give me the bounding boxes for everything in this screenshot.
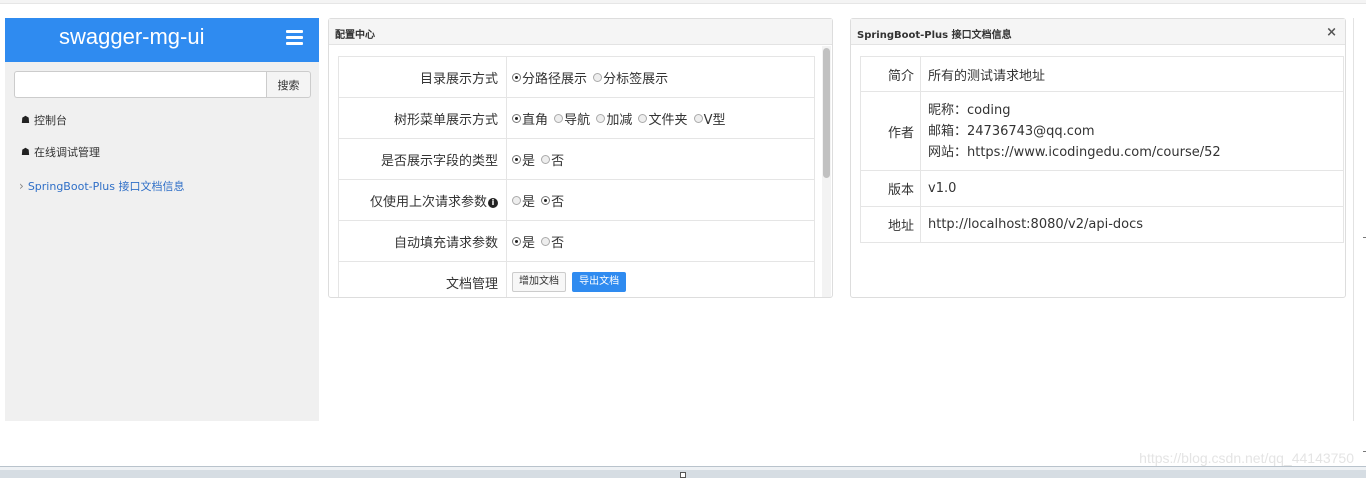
doc-label: 简介: [860, 56, 921, 92]
config-table: 目录展示方式 分路径展示 分标签展示 树形菜单展示方式 直角 导航 加减 文件夹…: [338, 56, 815, 297]
doc-value: v1.0: [920, 170, 1344, 207]
search-input[interactable]: [14, 71, 266, 98]
doc-row-intro: 简介 所有的测试请求地址: [860, 56, 1344, 92]
config-options: 直角 导航 加减 文件夹 V型: [506, 97, 815, 139]
radio-option[interactable]: 是: [512, 191, 535, 210]
home-icon: ☗: [21, 114, 30, 126]
config-label: 自动填充请求参数: [338, 220, 507, 262]
config-panel-header: 配置中心: [329, 19, 832, 45]
radio-option[interactable]: 直角: [512, 109, 548, 128]
config-row-doc-manage: 文档管理 增加文档 导出文档: [338, 261, 815, 297]
radio-option[interactable]: 否: [541, 232, 564, 251]
config-row-dir-mode: 目录展示方式 分路径展示 分标签展示: [338, 56, 815, 98]
config-label: 是否展示字段的类型: [338, 138, 507, 180]
config-options: 是 否: [506, 179, 815, 221]
author-email: 邮箱：24736743@qq.com: [928, 123, 1095, 139]
config-options: 增加文档 导出文档: [506, 261, 815, 297]
config-row-last-params: 仅使用上次请求参数 i 是 否: [338, 179, 815, 221]
window-top-strip: [0, 0, 1366, 4]
config-options: 是 否: [506, 220, 815, 262]
sidebar-item-api-doc[interactable]: › SpringBoot-Plus 接口文档信息: [19, 178, 185, 194]
config-panel-body: 目录展示方式 分路径展示 分标签展示 树形菜单展示方式 直角 导航 加减 文件夹…: [329, 46, 832, 297]
resize-handle[interactable]: [680, 472, 686, 478]
config-row-autofill: 自动填充请求参数 是 否: [338, 220, 815, 262]
doc-value: http://localhost:8080/v2/api-docs: [920, 206, 1344, 243]
radio-option[interactable]: 是: [512, 232, 535, 251]
doc-label: 版本: [860, 170, 921, 207]
doc-value: 昵称：coding 邮箱：24736743@qq.com 网站：https://…: [920, 91, 1344, 171]
sidebar: swagger-mg-ui 搜索 ☗ 控制台 ☗ 在线调试管理 › Spring…: [5, 18, 319, 421]
radio-option[interactable]: 分标签展示: [593, 68, 668, 87]
hamburger-menu-icon[interactable]: [286, 30, 303, 45]
brand-header: swagger-mg-ui: [5, 18, 319, 62]
app-frame: swagger-mg-ui 搜索 ☗ 控制台 ☗ 在线调试管理 › Spring…: [5, 18, 1354, 421]
doc-row-address: 地址 http://localhost:8080/v2/api-docs: [860, 206, 1344, 243]
doc-label: 作者: [860, 91, 921, 171]
radio-option[interactable]: 文件夹: [638, 109, 687, 128]
chevron-right-icon: ›: [19, 179, 24, 193]
doc-info-header: SpringBoot-Plus 接口文档信息 ×: [851, 19, 1345, 45]
watermark: https://blog.csdn.net/qq_44143750: [1139, 450, 1354, 466]
radio-option[interactable]: 否: [541, 191, 564, 210]
config-panel-title: 配置中心: [335, 30, 375, 41]
close-icon[interactable]: ×: [1326, 25, 1337, 40]
config-scrollbar[interactable]: [822, 46, 831, 297]
radio-option[interactable]: 是: [512, 150, 535, 169]
search-button[interactable]: 搜索: [266, 71, 311, 98]
doc-row-author: 作者 昵称：coding 邮箱：24736743@qq.com 网站：https…: [860, 91, 1344, 171]
brand-title: swagger-mg-ui: [59, 24, 205, 49]
doc-row-version: 版本 v1.0: [860, 170, 1344, 207]
config-label: 仅使用上次请求参数 i: [338, 179, 507, 221]
config-row-field-type: 是否展示字段的类型 是 否: [338, 138, 815, 180]
add-doc-button[interactable]: 增加文档: [512, 272, 566, 292]
config-options: 分路径展示 分标签展示: [506, 56, 815, 98]
radio-option[interactable]: 否: [541, 150, 564, 169]
doc-info-title: SpringBoot-Plus 接口文档信息: [857, 30, 1012, 41]
search-bar: 搜索: [14, 71, 311, 98]
doc-info-table: 简介 所有的测试请求地址 作者 昵称：coding 邮箱：24736743@qq…: [860, 56, 1344, 243]
author-nickname: 昵称：coding: [928, 102, 1011, 118]
info-icon[interactable]: i: [488, 197, 498, 208]
sidebar-item-online-debug[interactable]: ☗ 在线调试管理: [21, 144, 100, 160]
sidebar-item-label: SpringBoot-Plus 接口文档信息: [27, 180, 185, 193]
export-doc-button[interactable]: 导出文档: [572, 272, 627, 292]
radio-option[interactable]: 导航: [554, 109, 590, 128]
doc-value: 所有的测试请求地址: [920, 56, 1344, 92]
config-panel: 配置中心 目录展示方式 分路径展示 分标签展示 树形菜单展示方式 直角 导航 加…: [328, 18, 833, 298]
home-icon: ☗: [21, 146, 30, 158]
config-options: 是 否: [506, 138, 815, 180]
config-label: 树形菜单展示方式: [338, 97, 507, 139]
config-label: 文档管理: [338, 261, 507, 297]
radio-option[interactable]: 加减: [596, 109, 632, 128]
author-website: 网站：https://www.icodingedu.com/course/52: [928, 144, 1221, 160]
doc-info-panel: SpringBoot-Plus 接口文档信息 × 简介 所有的测试请求地址 作者…: [850, 18, 1346, 298]
radio-option[interactable]: 分路径展示: [512, 68, 587, 87]
scrollbar-thumb[interactable]: [823, 48, 830, 178]
config-row-tree-mode: 树形菜单展示方式 直角 导航 加减 文件夹 V型: [338, 97, 815, 139]
sidebar-item-console[interactable]: ☗ 控制台: [21, 112, 67, 128]
doc-label: 地址: [860, 206, 921, 243]
sidebar-item-label: 控制台: [33, 114, 67, 127]
sidebar-item-label: 在线调试管理: [33, 146, 100, 159]
radio-option[interactable]: V型: [693, 109, 726, 128]
config-label: 目录展示方式: [338, 56, 507, 98]
